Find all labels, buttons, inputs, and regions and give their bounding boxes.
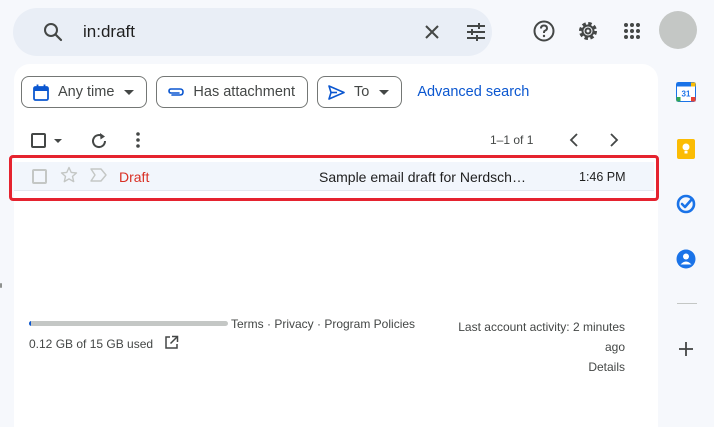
email-row[interactable]: Draft Sample email draft for Nerdsch… 1:…: [14, 162, 654, 191]
send-icon: [328, 83, 346, 101]
paperclip-icon: [167, 83, 185, 101]
contacts-icon[interactable]: [674, 247, 698, 271]
tasks-icon[interactable]: [674, 192, 698, 216]
star-icon[interactable]: [60, 166, 78, 189]
newer-chevron-left-icon[interactable]: [569, 133, 578, 147]
has-attachment-label: Has attachment: [193, 84, 295, 100]
calendar-icon: [32, 83, 50, 101]
chevron-down-icon: [124, 89, 135, 95]
activity-details-link[interactable]: Details: [434, 357, 625, 377]
footer-links[interactable]: Terms · Privacy · Program Policies: [231, 317, 415, 331]
left-edge-marker: [0, 283, 2, 288]
any-time-label: Any time: [58, 84, 115, 100]
any-time-filter[interactable]: Any time: [21, 76, 148, 108]
importance-marker-icon[interactable]: [90, 168, 107, 187]
storage-usage-fill: [29, 321, 31, 326]
has-attachment-filter[interactable]: Has attachment: [156, 76, 308, 108]
apps-grid-icon[interactable]: [615, 14, 649, 48]
storage-usage-bar: [29, 321, 228, 326]
account-activity: Last account activity: 2 minutes ago Det…: [434, 317, 625, 377]
main-panel: Any time Has attachment To Advanced sear…: [14, 64, 658, 427]
calendar-day-number: 31: [682, 90, 691, 99]
select-menu-chevron-icon[interactable]: [54, 139, 62, 143]
email-time: 1:46 PM: [579, 170, 626, 184]
calendar-app-icon[interactable]: 31: [674, 80, 698, 104]
settings-gear-icon[interactable]: [571, 14, 605, 48]
email-sender: Draft: [119, 169, 150, 185]
search-bar[interactable]: [13, 8, 492, 56]
side-panel-divider: [677, 303, 697, 304]
help-icon[interactable]: [527, 14, 561, 48]
email-subject: Sample email draft for Nerdsch…: [319, 169, 526, 185]
select-all-checkbox[interactable]: [31, 133, 46, 148]
advanced-search-link[interactable]: Advanced search: [417, 84, 529, 100]
chevron-down-icon: [379, 89, 390, 95]
to-filter[interactable]: To: [316, 76, 403, 108]
more-options-icon[interactable]: [136, 132, 140, 148]
keep-icon[interactable]: [674, 137, 698, 161]
older-chevron-right-icon[interactable]: [610, 133, 619, 147]
activity-text-line2: ago: [604, 340, 625, 354]
mail-toolbar: 1–1 of 1: [14, 126, 658, 158]
refresh-icon[interactable]: [90, 132, 108, 150]
clear-search-icon[interactable]: [417, 20, 447, 44]
activity-text-line1: Last account activity: 2 minutes: [458, 320, 625, 334]
search-icon[interactable]: [43, 22, 63, 42]
search-filter-chips: Any time Has attachment To Advanced sear…: [21, 76, 529, 108]
account-avatar[interactable]: [659, 11, 697, 49]
open-external-icon[interactable]: [164, 335, 179, 355]
checkbox-icon: [31, 133, 46, 148]
search-options-icon[interactable]: [461, 20, 491, 44]
pagination-count: 1–1 of 1: [490, 133, 534, 147]
add-addon-plus-icon[interactable]: [674, 337, 698, 361]
row-checkbox[interactable]: [32, 169, 47, 184]
storage-used-text: 0.12 GB of 15 GB used: [29, 337, 154, 351]
to-label: To: [353, 84, 370, 100]
search-input[interactable]: [83, 20, 403, 44]
